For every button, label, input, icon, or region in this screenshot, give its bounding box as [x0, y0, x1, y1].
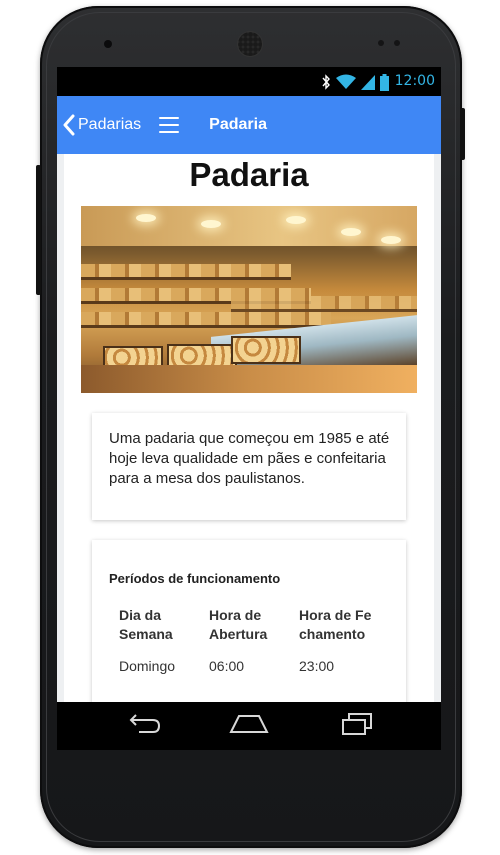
signal-icon — [361, 75, 375, 90]
description-card: Uma padaria que começou em 1985 e até ho… — [92, 413, 406, 520]
bakery-photo — [81, 206, 417, 393]
hamburger-menu-icon[interactable] — [159, 117, 180, 133]
back-button[interactable]: Padarias — [63, 105, 141, 145]
hours-table: Dia da Semana Hora de Abertura Hora de F… — [109, 606, 379, 676]
nav-back-button[interactable] — [113, 710, 173, 742]
light-sensor — [394, 40, 400, 46]
cell-day: Domingo — [119, 658, 176, 674]
front-camera — [104, 40, 112, 48]
back-icon — [129, 714, 161, 733]
nav-home-button[interactable] — [219, 710, 279, 742]
status-icons — [321, 73, 389, 91]
column-header: Hora de Abertura — [209, 607, 268, 642]
volume-button — [36, 165, 41, 295]
nav-recents-button[interactable] — [327, 710, 387, 742]
power-button — [460, 108, 465, 160]
column-header: Hora de Fechamento — [299, 607, 372, 642]
status-bar: 12:00 — [57, 67, 441, 96]
content-margin-left — [57, 154, 64, 702]
back-label: Padarias — [78, 116, 142, 133]
recents-icon — [342, 713, 372, 735]
hours-heading: Períodos de funcionamento — [109, 571, 281, 586]
battery-icon — [380, 73, 389, 91]
cell-close: 23:00 — [299, 658, 335, 674]
column-header: Dia da Semana — [119, 607, 173, 642]
wifi-icon — [336, 74, 356, 89]
home-icon — [229, 715, 269, 733]
app-bar-title: Padaria — [209, 116, 267, 133]
proximity-sensor — [378, 40, 384, 46]
cell-open: 06:00 — [209, 658, 245, 674]
table-header-row: Dia da Semana Hora de Abertura Hora de F… — [109, 606, 379, 644]
status-time: 12:00 — [394, 73, 435, 89]
table-row: Domingo 06:00 23:00 — [109, 644, 379, 676]
chevron-left-icon — [63, 114, 75, 136]
hours-card: Períodos de funcionamento Dia da Semana … — [92, 540, 406, 702]
content-area[interactable]: Padaria Uma padaria que começou em 1985 … — [57, 154, 441, 702]
page-title: Padaria — [189, 156, 309, 193]
navigation-bar — [57, 702, 441, 750]
bluetooth-icon — [322, 74, 330, 90]
description-text: Uma padaria que começou em 1985 e até ho… — [109, 430, 390, 487]
earpiece-speaker — [238, 32, 262, 56]
app-bar: Padarias Padaria — [57, 96, 441, 154]
content-margin-right — [434, 154, 441, 702]
screen: 12:00 Padarias Padaria Padaria Uma padar… — [57, 67, 441, 750]
